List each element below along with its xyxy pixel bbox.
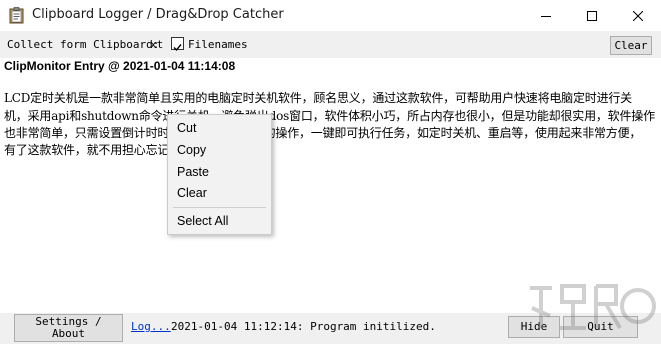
close-button[interactable] xyxy=(615,0,661,31)
entry-header: ClipMonitor Entry @ 2021-01-04 11:14:08 xyxy=(4,59,236,73)
menu-item-paste[interactable]: Paste xyxy=(177,165,209,179)
collect-value: xt xyxy=(150,38,164,51)
clear-button[interactable]: Clear xyxy=(610,36,652,55)
log-link[interactable]: Log... xyxy=(131,320,171,333)
settings-about-label: Settings / About xyxy=(35,315,102,340)
filenames-checkbox[interactable] xyxy=(171,37,184,52)
menu-item-copy[interactable]: Copy xyxy=(177,143,206,157)
title-bar: Clipboard Logger / Drag&Drop Catcher xyxy=(0,0,661,31)
menu-item-select-all[interactable]: Select All xyxy=(177,214,228,228)
filenames-label: Filenames xyxy=(188,38,248,51)
minimize-icon xyxy=(541,11,551,21)
menu-item-clear[interactable]: Clear xyxy=(177,186,207,200)
maximize-icon xyxy=(587,10,597,21)
menu-item-cut[interactable]: Cut xyxy=(177,121,196,135)
maximize-button[interactable] xyxy=(569,0,615,31)
checkmark-icon xyxy=(173,44,182,52)
window-title: Clipboard Logger / Drag&Drop Catcher xyxy=(32,7,284,22)
menu-separator xyxy=(173,207,266,208)
entry-line: 机，采用api和shutdown命令进行关机，避免弹出dos窗口，软件体积小巧，… xyxy=(4,109,655,123)
settings-about-button[interactable]: Settings / About xyxy=(14,314,123,342)
toolbar: Collect form Clipboard: xt Filenames Cle… xyxy=(0,31,661,58)
status-text: 2021-01-04 11:12:14: Program initilized. xyxy=(171,320,436,333)
close-icon xyxy=(633,10,643,21)
minimize-button[interactable] xyxy=(523,0,569,31)
clipboard-icon xyxy=(9,7,24,24)
context-menu: Cut Copy Paste Clear Select All xyxy=(167,114,272,235)
entry-line: LCD定时关机是一款非常简单且实用的电脑定时关机软件，顾名思义，通过这款软件，可… xyxy=(4,91,632,105)
collect-label: Collect form Clipboard: xyxy=(7,38,160,51)
entry-line: 也非常简单，只需设置倒计时时间，无需进行复杂的操作，一键即可执行任务，如定时关机… xyxy=(4,126,642,140)
watermark-logo xyxy=(520,268,660,340)
